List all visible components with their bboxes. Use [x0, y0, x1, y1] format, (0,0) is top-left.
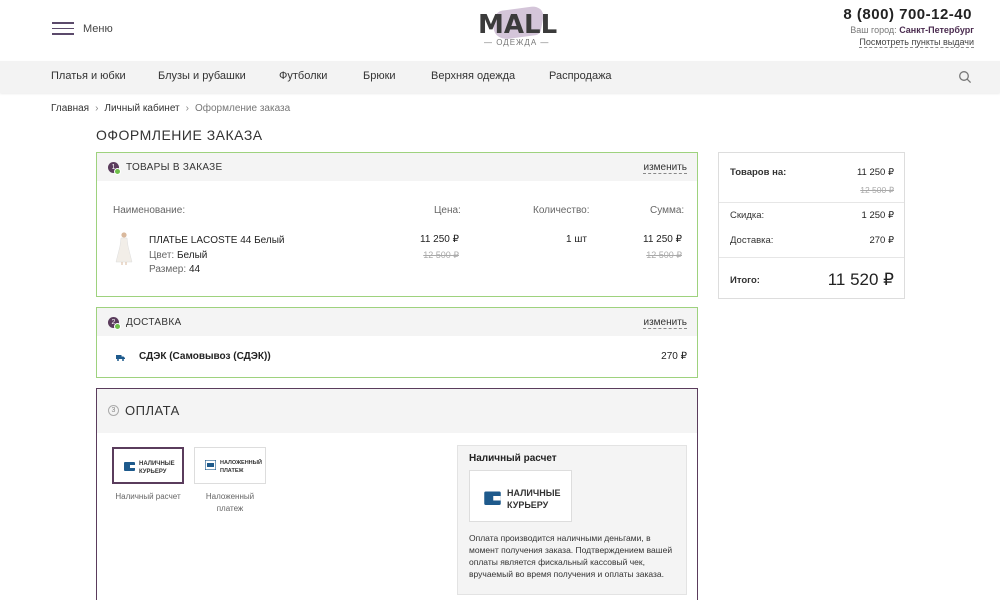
nav-item-trousers[interactable]: Брюки [363, 70, 396, 82]
pickup-points-link[interactable]: Посмотреть пункты выдачи [859, 37, 974, 48]
caption-line: Наложенный [205, 492, 255, 501]
goods-panel-title: ТОВАРЫ В ЗАКАЗЕ [126, 162, 223, 173]
color-label: Цвет: [149, 250, 175, 261]
product-size: Размер: 44 [149, 264, 200, 275]
payment-panel: 3 ОПЛАТА НАЛИЧНЫЕ КУРЬЕРУ Наличный расче… [96, 388, 698, 600]
col-qty-header: Количество: [533, 205, 590, 216]
col-sum-header: Сумма: [650, 205, 685, 216]
delivery-price: 270 ₽ [661, 351, 687, 362]
product-name[interactable]: ПЛАТЬЕ LACOSTE 44 Белый [149, 235, 285, 246]
payment-option-line: ПЛАТЕЖ [220, 468, 244, 474]
logo-subtitle: — ОДЕЖДА — [484, 38, 550, 47]
product-image[interactable] [113, 231, 135, 265]
payment-option-text: НАЛОЖЕННЫЙ ПЛАТЕЖ [220, 459, 262, 475]
payment-detail-box: Наличный расчет НАЛИЧНЫЕ КУРЬЕРУ Оплата … [457, 445, 687, 595]
payment-detail-card-text: НАЛИЧНЫЕ КУРЬЕРУ [507, 487, 561, 511]
size-value: 44 [188, 264, 201, 275]
breadcrumb-current: Оформление заказа [194, 103, 291, 114]
page-title: ОФОРМЛЕНИЕ ЗАКАЗА [96, 127, 263, 143]
payment-option-line: КУРЬЕРУ [139, 469, 167, 475]
payment-panel-header: 3 ОПЛАТА [97, 389, 697, 433]
col-name-header: Наименование: [113, 205, 186, 216]
payment-option-cod[interactable]: НАЛОЖЕННЫЙ ПЛАТЕЖ [194, 447, 266, 484]
city-selector[interactable]: Ваш город: Санкт-Петербург [850, 25, 974, 35]
item-sum: 11 250 ₽ [643, 234, 682, 245]
delivery-panel-title: ДОСТАВКА [126, 317, 182, 328]
logo[interactable]: MALL — ОДЕЖДА — [470, 4, 557, 50]
caption-line: платеж [216, 504, 244, 513]
truck-icon [116, 355, 125, 361]
payment-option-text: НАЛИЧНЫЕ КУРЬЕРУ [139, 460, 175, 476]
item-qty: 1 шт [566, 234, 587, 245]
summary-goods-value: 11 250 ₽ [856, 167, 894, 178]
summary-total-value: 11 520 ₽ [827, 270, 894, 289]
site-header: Меню MALL — ОДЕЖДА — 8 (800) 700-12-40 В… [0, 0, 1000, 60]
order-summary: Товаров на: 11 250 ₽ 12 500 ₽ Скидка: 1 … [718, 152, 905, 299]
payment-detail-description: Оплата производится наличными деньгами, … [469, 533, 673, 579]
payment-option-line: НАЛИЧНЫЕ [139, 461, 175, 467]
main-nav: Платья и юбки Блузы и рубашки Футболки Б… [0, 61, 1000, 93]
city-name[interactable]: Санкт-Петербург [899, 25, 974, 35]
card-line: КУРЬЕРУ [507, 500, 549, 510]
invoice-icon [205, 460, 216, 470]
size-label: Размер: [149, 264, 187, 275]
nav-item-outerwear[interactable]: Верхняя одежда [431, 70, 515, 82]
summary-delivery-value: 270 ₽ [869, 235, 894, 246]
payment-option-cash[interactable]: НАЛИЧНЫЕ КУРЬЕРУ [112, 447, 184, 484]
step-number: 3 [108, 405, 119, 416]
summary-total-label: Итого: [730, 275, 760, 286]
delivery-method: СДЭК (Самовывоз (СДЭК)) [139, 351, 271, 362]
item-price: 11 250 ₽ [420, 234, 459, 245]
phone-number[interactable]: 8 (800) 700-12-40 [843, 6, 972, 23]
check-icon [114, 323, 121, 330]
nav-item-dresses[interactable]: Платья и юбки [51, 70, 126, 82]
item-sum-old: 12 500 ₽ [646, 250, 682, 260]
card-line: НАЛИЧНЫЕ [507, 488, 561, 498]
chevron-right-icon: › [95, 103, 99, 114]
nav-item-tshirts[interactable]: Футболки [279, 70, 327, 82]
product-color: Цвет: Белый [149, 250, 207, 261]
summary-discount-label: Скидка: [730, 210, 765, 221]
goods-panel-header: 1 ТОВАРЫ В ЗАКАЗЕ изменить [97, 153, 697, 181]
menu-label[interactable]: Меню [83, 23, 113, 35]
payment-option-caption: Наличный расчет [115, 492, 181, 501]
payment-option-line: НАЛОЖЕННЫЙ [220, 460, 262, 466]
summary-goods-label: Товаров на: [730, 167, 787, 178]
search-icon[interactable] [958, 70, 972, 84]
wallet-icon [484, 491, 501, 505]
menu-icon[interactable] [52, 22, 74, 36]
nav-item-sale[interactable]: Распродажа [549, 70, 612, 82]
change-goods-link[interactable]: изменить [643, 162, 687, 174]
nav-item-blouses[interactable]: Блузы и рубашки [158, 70, 246, 82]
payment-option-caption: Наложенный платеж [194, 491, 266, 515]
summary-discount-value: 1 250 ₽ [861, 210, 894, 221]
order-goods-panel: 1 ТОВАРЫ В ЗАКАЗЕ изменить Наименование:… [96, 152, 698, 297]
payment-detail-card: НАЛИЧНЫЕ КУРЬЕРУ [469, 470, 572, 522]
delivery-panel: 2 ДОСТАВКА изменить СДЭК (Самовывоз (СДЭ… [96, 307, 698, 378]
wallet-icon [124, 462, 135, 471]
breadcrumb: Главная › Личный кабинет › Оформление заказа [51, 103, 290, 114]
check-icon [114, 168, 121, 175]
logo-text: MALL [478, 10, 558, 40]
summary-goods-old: 12 500 ₽ [860, 185, 894, 195]
change-delivery-link[interactable]: изменить [643, 317, 687, 329]
col-price-header: Цена: [434, 205, 461, 216]
payment-detail-title: Наличный расчет [469, 453, 557, 464]
breadcrumb-home[interactable]: Главная [51, 103, 89, 114]
item-price-old: 12 500 ₽ [423, 250, 459, 260]
divider [719, 257, 904, 258]
summary-delivery-label: Доставка: [730, 235, 774, 246]
payment-panel-title: ОПЛАТА [125, 403, 180, 418]
city-prefix: Ваш город: [850, 25, 897, 35]
chevron-right-icon: › [185, 103, 189, 114]
color-value: Белый [176, 250, 208, 261]
delivery-panel-header: 2 ДОСТАВКА изменить [97, 308, 697, 336]
breadcrumb-account[interactable]: Личный кабинет [104, 103, 179, 114]
divider [719, 202, 904, 203]
